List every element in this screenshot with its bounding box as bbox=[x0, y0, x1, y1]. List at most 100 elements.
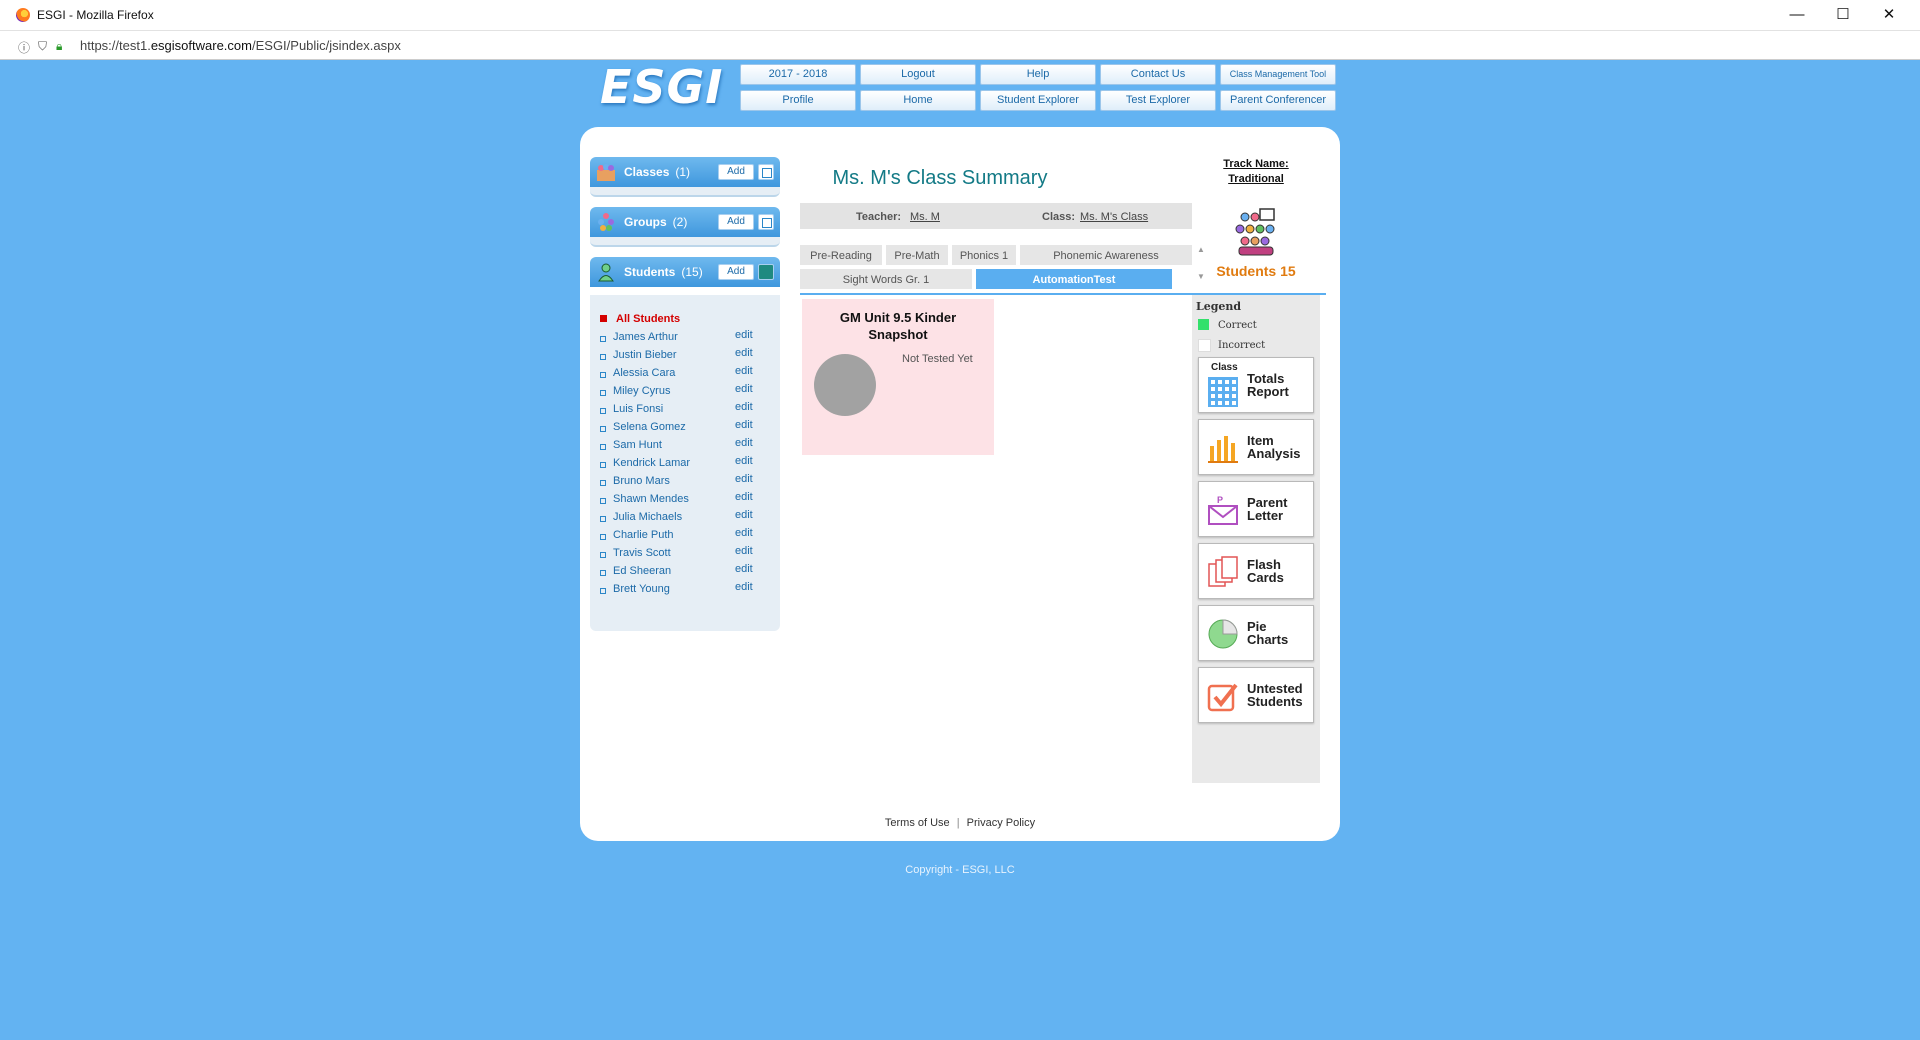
student-name-link[interactable]: Luis Fonsi bbox=[613, 403, 663, 415]
nav-help-button[interactable]: Help bbox=[980, 64, 1096, 85]
student-name-link[interactable]: Shawn Mendes bbox=[613, 493, 689, 505]
class-link[interactable]: Ms. M's Class bbox=[1080, 211, 1148, 223]
info-icon[interactable]: ⓘ bbox=[18, 39, 30, 56]
class-totals-report-button[interactable]: Class Totals Report bbox=[1198, 357, 1314, 413]
classes-count: (1) bbox=[675, 165, 691, 179]
test-card[interactable]: GM Unit 9.5 Kinder Snapshot Not Tested Y… bbox=[802, 299, 994, 455]
student-edit-link[interactable]: edit bbox=[735, 347, 753, 359]
student-name-link[interactable]: Alessia Cara bbox=[613, 367, 675, 379]
expand-classes-icon[interactable] bbox=[758, 164, 774, 180]
student-edit-link[interactable]: edit bbox=[735, 437, 753, 449]
add-student-button[interactable]: Add bbox=[718, 264, 754, 280]
nav-profile-button[interactable]: Profile bbox=[740, 90, 856, 111]
item-analysis-button[interactable]: Item Analysis bbox=[1198, 419, 1314, 475]
student-name-link[interactable]: James Arthur bbox=[613, 331, 678, 343]
tab-sight-words[interactable]: Sight Words Gr. 1 bbox=[800, 269, 972, 289]
tab-pre-math[interactable]: Pre-Math bbox=[886, 245, 948, 265]
student-row[interactable]: Miley Cyrus edit bbox=[600, 383, 770, 401]
teacher-link[interactable]: Ms. M bbox=[910, 211, 940, 223]
student-row[interactable]: Justin Bieber edit bbox=[600, 347, 770, 365]
student-row[interactable]: Alessia Cara edit bbox=[600, 365, 770, 383]
student-row[interactable]: James Arthur edit bbox=[600, 329, 770, 347]
student-edit-link[interactable]: edit bbox=[735, 383, 753, 395]
nav-parent-conferencer-button[interactable]: Parent Conferencer bbox=[1220, 90, 1336, 111]
student-row[interactable]: Selena Gomez edit bbox=[600, 419, 770, 437]
collapse-students-icon[interactable] bbox=[758, 264, 774, 280]
close-button[interactable]: ✕ bbox=[1866, 0, 1912, 30]
student-edit-link[interactable]: edit bbox=[735, 491, 753, 503]
student-row[interactable]: Travis Scott edit bbox=[600, 545, 770, 563]
track-name[interactable]: Track Name: Traditional bbox=[1196, 157, 1316, 187]
student-name-link[interactable]: Selena Gomez bbox=[613, 421, 686, 433]
student-edit-link[interactable]: edit bbox=[735, 545, 753, 557]
student-edit-link[interactable]: edit bbox=[735, 401, 753, 413]
tab-pre-reading[interactable]: Pre-Reading bbox=[800, 245, 882, 265]
students-header[interactable]: Students (15) Add bbox=[590, 257, 780, 287]
add-class-button[interactable]: Add bbox=[718, 164, 754, 180]
student-row[interactable]: Sam Hunt edit bbox=[600, 437, 770, 455]
student-row[interactable]: Brett Young edit bbox=[600, 581, 770, 599]
student-name-link[interactable]: Travis Scott bbox=[613, 547, 671, 559]
pie-charts-button[interactable]: Pie Charts bbox=[1198, 605, 1314, 661]
parent-letter-button[interactable]: P Parent Letter bbox=[1198, 481, 1314, 537]
groups-header[interactable]: Groups (2) Add bbox=[590, 207, 780, 237]
nav-home-button[interactable]: Home bbox=[860, 90, 976, 111]
students-title: Students bbox=[624, 265, 676, 279]
classes-panel bbox=[590, 187, 780, 197]
student-edit-link[interactable]: edit bbox=[735, 455, 753, 467]
student-bullet bbox=[600, 570, 606, 576]
classes-header[interactable]: Classes (1) Add bbox=[590, 157, 780, 187]
all-students-item[interactable]: All Students bbox=[600, 313, 680, 325]
nav-year-button[interactable]: 2017 - 2018 bbox=[740, 64, 856, 85]
student-row[interactable]: Luis Fonsi edit bbox=[600, 401, 770, 419]
flash-cards-button[interactable]: Flash Cards bbox=[1198, 543, 1314, 599]
lock-icon[interactable]: 🔒︎ bbox=[56, 39, 62, 54]
student-edit-link[interactable]: edit bbox=[735, 419, 753, 431]
terms-of-use-link[interactable]: Terms of Use bbox=[885, 817, 950, 829]
student-row[interactable]: Kendrick Lamar edit bbox=[600, 455, 770, 473]
nav-class-management-button[interactable]: Class Management Tool bbox=[1220, 64, 1336, 85]
student-row[interactable]: Ed Sheeran edit bbox=[600, 563, 770, 581]
student-edit-link[interactable]: edit bbox=[735, 329, 753, 341]
nav-contact-us-button[interactable]: Contact Us bbox=[1100, 64, 1216, 85]
student-row[interactable]: Julia Michaels edit bbox=[600, 509, 770, 527]
student-edit-link[interactable]: edit bbox=[735, 509, 753, 521]
student-row[interactable]: Shawn Mendes edit bbox=[600, 491, 770, 509]
student-name-link[interactable]: Julia Michaels bbox=[613, 511, 682, 523]
tab-phonics-1[interactable]: Phonics 1 bbox=[952, 245, 1016, 265]
student-row[interactable]: Charlie Puth edit bbox=[600, 527, 770, 545]
student-name-link[interactable]: Kendrick Lamar bbox=[613, 457, 690, 469]
student-name-link[interactable]: Justin Bieber bbox=[613, 349, 677, 361]
student-name-link[interactable]: Ed Sheeran bbox=[613, 565, 671, 577]
class-totals-icon bbox=[1208, 377, 1238, 407]
student-name-link[interactable]: Sam Hunt bbox=[613, 439, 662, 451]
tab-automation-test[interactable]: AutomationTest bbox=[976, 269, 1172, 289]
untested-students-button[interactable]: Untested Students bbox=[1198, 667, 1314, 723]
student-edit-link[interactable]: edit bbox=[735, 365, 753, 377]
tracking-shield-icon[interactable]: ⛉ bbox=[38, 39, 47, 54]
student-edit-link[interactable]: edit bbox=[735, 581, 753, 593]
student-edit-link[interactable]: edit bbox=[735, 473, 753, 485]
student-name-link[interactable]: Charlie Puth bbox=[613, 529, 674, 541]
firefox-icon bbox=[16, 8, 30, 22]
student-edit-link[interactable]: edit bbox=[735, 563, 753, 575]
student-name-link[interactable]: Bruno Mars bbox=[613, 475, 670, 487]
tab-phonemic-awareness[interactable]: Phonemic Awareness bbox=[1020, 245, 1192, 265]
student-row[interactable]: Bruno Mars edit bbox=[600, 473, 770, 491]
nav-logout-button[interactable]: Logout bbox=[860, 64, 976, 85]
minimize-button[interactable]: — bbox=[1774, 0, 1820, 30]
maximize-button[interactable]: ☐ bbox=[1820, 0, 1866, 30]
nav-student-explorer-button[interactable]: Student Explorer bbox=[980, 90, 1096, 111]
student-edit-link[interactable]: edit bbox=[735, 527, 753, 539]
student-name-link[interactable]: Miley Cyrus bbox=[613, 385, 670, 397]
nav-test-explorer-button[interactable]: Test Explorer bbox=[1100, 90, 1216, 111]
window-title: ESGI - Mozilla Firefox bbox=[37, 8, 154, 22]
privacy-policy-link[interactable]: Privacy Policy bbox=[967, 817, 1035, 829]
address-bar[interactable]: ⓘ ⛉ 🔒︎ https://test1.esgisoftware.com/ES… bbox=[0, 31, 1920, 60]
test-pie-chart[interactable] bbox=[814, 354, 876, 416]
student-name-link[interactable]: Brett Young bbox=[613, 583, 670, 595]
groups-count: (2) bbox=[672, 215, 688, 229]
expand-groups-icon[interactable] bbox=[758, 214, 774, 230]
url-text[interactable]: https://test1.esgisoftware.com/ESGI/Publ… bbox=[80, 38, 401, 53]
add-group-button[interactable]: Add bbox=[718, 214, 754, 230]
